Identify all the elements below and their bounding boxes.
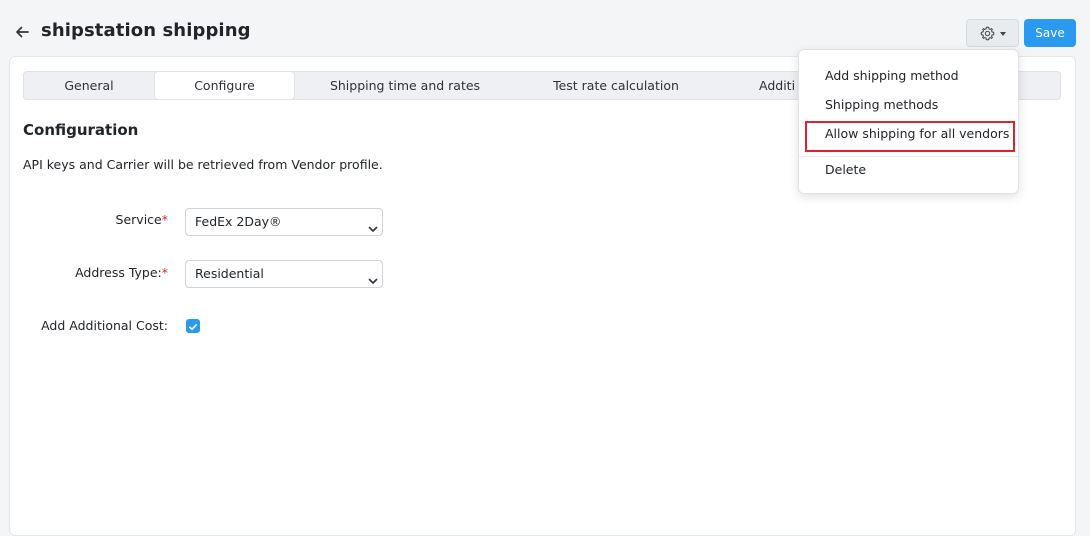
chevron-down-icon bbox=[368, 269, 378, 284]
save-button[interactable]: Save bbox=[1024, 19, 1076, 47]
arrow-left-icon[interactable] bbox=[14, 24, 32, 42]
service-select-value: FedEx 2Day® bbox=[195, 214, 282, 229]
additional-cost-checkbox[interactable] bbox=[186, 319, 200, 333]
section-title: Configuration bbox=[23, 121, 139, 139]
service-select[interactable]: FedEx 2Day® bbox=[185, 208, 383, 236]
menu-item-allow-shipping-for-all-vendors[interactable]: Allow shipping for all vendors bbox=[825, 126, 1009, 141]
menu-item-add-shipping-method[interactable]: Add shipping method bbox=[825, 68, 959, 83]
settings-dropdown-button[interactable] bbox=[966, 19, 1019, 47]
menu-item-delete[interactable]: Delete bbox=[825, 162, 866, 177]
tab-general[interactable]: General bbox=[24, 72, 154, 99]
checkmark-icon bbox=[188, 317, 198, 336]
menu-divider bbox=[799, 156, 1018, 157]
tab-configure[interactable]: Configure bbox=[154, 71, 295, 100]
page-header: shipstation shipping Save bbox=[0, 0, 1090, 56]
additional-cost-label: Add Additional Cost: bbox=[41, 318, 168, 333]
required-marker: * bbox=[161, 212, 168, 227]
chevron-down-icon bbox=[999, 31, 1006, 36]
menu-item-shipping-methods[interactable]: Shipping methods bbox=[825, 97, 938, 112]
chevron-down-icon bbox=[368, 217, 378, 232]
tab-shipping-time-and-rates[interactable]: Shipping time and rates bbox=[295, 72, 515, 99]
page-title: shipstation shipping bbox=[41, 20, 251, 41]
address-type-label: Address Type:* bbox=[75, 265, 168, 280]
required-marker: * bbox=[161, 265, 168, 280]
settings-dropdown-menu: Add shipping method Shipping methods All… bbox=[798, 49, 1019, 194]
address-type-select-value: Residential bbox=[195, 266, 264, 281]
gear-icon bbox=[980, 26, 995, 41]
tab-test-rate-calculation[interactable]: Test rate calculation bbox=[515, 72, 717, 99]
address-type-select[interactable]: Residential bbox=[185, 260, 383, 288]
service-label: Service* bbox=[115, 212, 168, 227]
section-description: API keys and Carrier will be retrieved f… bbox=[23, 157, 383, 172]
